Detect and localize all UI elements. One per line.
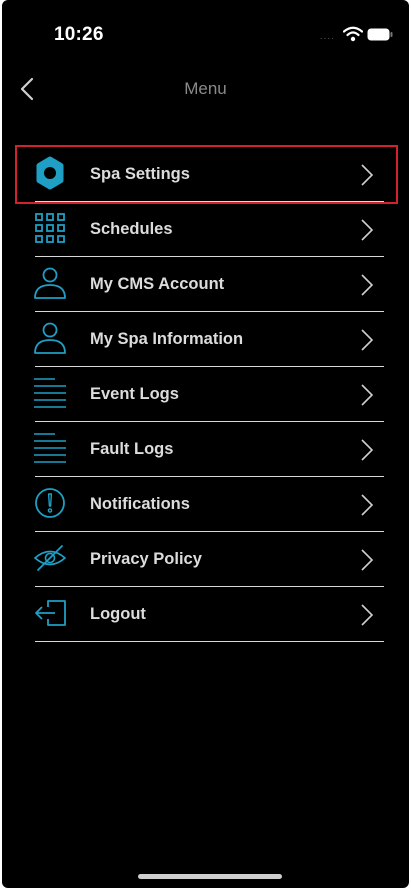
grid-icon	[35, 213, 65, 243]
chevron-right-icon	[361, 604, 374, 626]
wifi-icon	[343, 26, 363, 42]
eye-slash-icon	[34, 545, 66, 571]
menu-item-privacy-policy[interactable]: Privacy Policy	[2, 532, 409, 587]
phone-screen: 10:26 .... Menu Spa Settings Schedules M…	[2, 0, 409, 888]
menu-item-label: Logout	[90, 605, 146, 623]
menu-item-fault-logs[interactable]: Fault Logs	[2, 422, 409, 477]
page-title: Menu	[184, 79, 227, 98]
menu-item-label: Event Logs	[90, 385, 179, 403]
user-icon	[34, 322, 66, 354]
navigation-bar: Menu	[2, 68, 409, 112]
chevron-right-icon	[361, 384, 374, 406]
menu-item-logout[interactable]: Logout	[2, 587, 409, 642]
menu-item-label: Notifications	[90, 495, 190, 513]
menu-item-label: Fault Logs	[90, 440, 174, 458]
chevron-right-icon	[361, 219, 374, 241]
gear-icon	[36, 156, 64, 190]
menu-item-my-spa-information[interactable]: My Spa Information	[2, 312, 409, 367]
menu-item-label: My Spa Information	[90, 330, 244, 348]
list-lines-icon	[34, 378, 66, 408]
home-indicator[interactable]	[138, 874, 282, 879]
menu-item-notifications[interactable]: Notifications	[2, 477, 409, 532]
status-bar: 10:26 ....	[2, 0, 409, 60]
menu-item-schedules[interactable]: Schedules	[2, 202, 409, 257]
exclamation-circle-icon	[35, 488, 65, 518]
user-icon	[34, 267, 66, 299]
menu-item-label: Privacy Policy	[90, 550, 202, 568]
list-lines-icon	[34, 433, 66, 463]
battery-icon	[367, 28, 393, 41]
chevron-right-icon	[361, 329, 374, 351]
logout-icon	[35, 600, 66, 626]
menu-item-event-logs[interactable]: Event Logs	[2, 367, 409, 422]
status-time: 10:26	[54, 24, 104, 45]
menu-item-label: Spa Settings	[90, 165, 190, 183]
chevron-right-icon	[361, 549, 374, 571]
chevron-right-icon	[361, 164, 374, 186]
chevron-right-icon	[361, 439, 374, 461]
menu-item-label: My CMS Account	[90, 275, 225, 293]
chevron-right-icon	[361, 494, 374, 516]
chevron-right-icon	[361, 274, 374, 296]
divider	[35, 640, 384, 642]
menu-list: Spa Settings Schedules My CMS Account My…	[2, 147, 409, 642]
cellular-signal-icon: ....	[319, 31, 335, 42]
menu-item-label: Schedules	[90, 220, 173, 238]
menu-item-my-cms-account[interactable]: My CMS Account	[2, 257, 409, 312]
menu-item-spa-settings[interactable]: Spa Settings	[2, 147, 409, 202]
